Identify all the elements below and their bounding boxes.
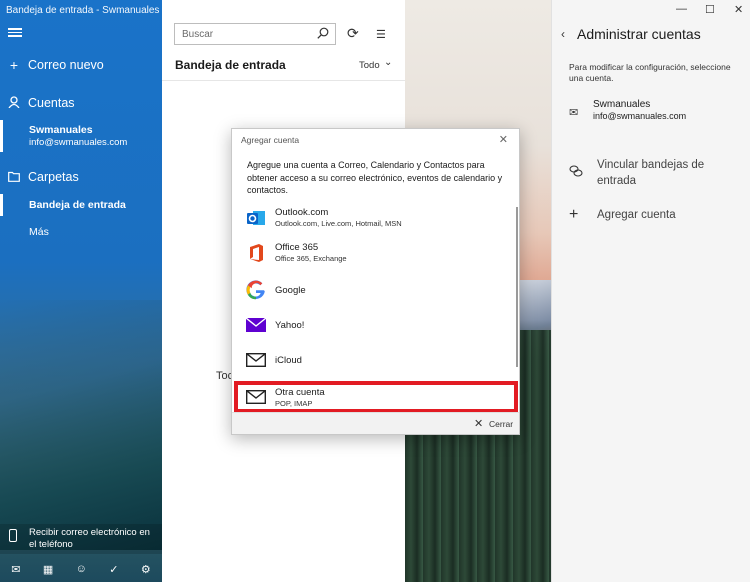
account-item[interactable]: Swmanuales info@swmanuales.com — [0, 120, 162, 152]
settings-pane: — ☐ ✕ ‹ Administrar cuentas Para modific… — [551, 0, 750, 582]
dialog-intro-text: Agregue una cuenta a Correo, Calendario … — [247, 160, 503, 195]
nav-background-image — [0, 300, 162, 550]
search-input[interactable]: Buscar — [174, 23, 336, 45]
settings-icon[interactable]: ⚙ — [141, 563, 151, 576]
phone-promo-text: Recibir correo electrónico en el teléfon… — [29, 527, 150, 550]
search-placeholder: Buscar — [182, 29, 214, 40]
inbox-title: Bandeja de entrada — [175, 58, 286, 72]
folder-icon — [0, 169, 28, 185]
folders-label: Carpetas — [28, 170, 79, 184]
provider-icloud[interactable]: iCloud — [232, 343, 516, 378]
provider-subtitle: Office 365, Exchange — [275, 254, 347, 263]
phone-icon — [9, 529, 17, 542]
link-inboxes-button[interactable]: Vincular bandejas de entrada — [569, 157, 744, 189]
google-icon — [246, 280, 266, 300]
account-email: info@swmanuales.com — [29, 137, 128, 148]
window-title: Bandeja de entrada - Swmanuales — [6, 5, 160, 16]
filter-dropdown[interactable]: Todo — [359, 60, 380, 71]
manage-account-item[interactable]: ✉ Swmanuales info@swmanuales.com — [569, 98, 744, 128]
provider-name: Google — [275, 285, 306, 296]
envelope-icon — [245, 350, 267, 370]
accounts-label: Cuentas — [28, 96, 75, 110]
provider-name: Office 365 — [275, 242, 319, 253]
manage-account-name: Swmanuales — [593, 99, 651, 110]
add-account-label: Agregar cuenta — [597, 209, 676, 221]
navigation-pane: Bandeja de entrada - Swmanuales + Correo… — [0, 0, 162, 582]
search-icon[interactable] — [317, 27, 329, 42]
provider-name: Outlook.com — [275, 207, 329, 218]
provider-yahoo[interactable]: Yahoo! — [232, 308, 516, 343]
new-mail-label: Correo nuevo — [28, 58, 104, 72]
manage-account-email: info@swmanuales.com — [593, 111, 687, 121]
dialog-footer: ✕ Cerrar — [232, 412, 519, 434]
close-icon[interactable]: ✕ — [474, 417, 483, 430]
people-icon[interactable]: ☺ — [76, 563, 87, 575]
mail-icon[interactable]: ✉ — [11, 563, 20, 576]
back-arrow-icon[interactable]: ‹ — [561, 27, 565, 41]
phone-promo[interactable]: Recibir correo electrónico en el teléfon… — [0, 524, 162, 554]
link-inboxes-label: Vincular bandejas de entrada — [597, 159, 705, 187]
sync-icon[interactable]: ⟳ — [347, 25, 359, 42]
plus-icon: + — [569, 206, 579, 223]
link-icon — [569, 165, 583, 180]
select-mode-icon[interactable]: ☰ — [376, 28, 386, 41]
office-icon — [246, 243, 266, 263]
divider — [162, 80, 405, 81]
bottom-app-bar: ✉ ▦ ☺ ✓ ⚙ — [0, 556, 162, 582]
plus-icon: + — [9, 57, 19, 73]
close-icon[interactable]: ✕ — [734, 3, 743, 16]
accounts-button[interactable]: Cuentas — [0, 95, 162, 111]
outlook-icon — [246, 208, 266, 228]
person-icon — [0, 95, 28, 111]
highlight-box — [234, 381, 518, 413]
inbox-folder-label: Bandeja de entrada — [29, 199, 126, 211]
add-account-dialog: Agregar cuenta ✕ Agregue una cuenta a Co… — [231, 128, 520, 435]
inbox-folder-item[interactable]: Bandeja de entrada — [0, 194, 162, 216]
settings-title: Administrar cuentas — [577, 26, 701, 42]
add-account-button[interactable]: + Agregar cuenta — [569, 206, 744, 227]
provider-subtitle: Outlook.com, Live.com, Hotmail, MSN — [275, 219, 402, 228]
calendar-icon[interactable]: ▦ — [43, 563, 53, 576]
todo-icon[interactable]: ✓ — [109, 563, 118, 576]
provider-name: Yahoo! — [275, 320, 305, 331]
provider-outlook[interactable]: Outlook.com Outlook.com, Live.com, Hotma… — [232, 201, 516, 236]
maximize-icon[interactable]: ☐ — [705, 3, 715, 16]
provider-office365[interactable]: Office 365 Office 365, Exchange — [232, 236, 516, 271]
more-folders-link[interactable]: Más — [29, 226, 49, 238]
new-mail-button[interactable]: + Correo nuevo — [0, 57, 162, 73]
settings-description: Para modificar la configuración, selecci… — [569, 62, 731, 83]
chevron-down-icon[interactable]: ⌄ — [384, 57, 392, 68]
provider-google[interactable]: Google — [232, 273, 516, 308]
envelope-icon: ✉ — [569, 107, 579, 119]
dialog-title: Agregar cuenta — [241, 135, 300, 145]
folders-button[interactable]: Carpetas — [0, 169, 162, 185]
dialog-close-icon[interactable]: ✕ — [499, 133, 508, 146]
yahoo-icon — [245, 315, 267, 335]
account-name: Swmanuales — [29, 124, 93, 136]
minimize-icon[interactable]: — — [676, 3, 687, 15]
menu-icon[interactable] — [8, 26, 22, 40]
close-button[interactable]: Cerrar — [489, 419, 513, 429]
dialog-scrollbar[interactable] — [516, 207, 518, 367]
provider-name: iCloud — [275, 355, 302, 366]
